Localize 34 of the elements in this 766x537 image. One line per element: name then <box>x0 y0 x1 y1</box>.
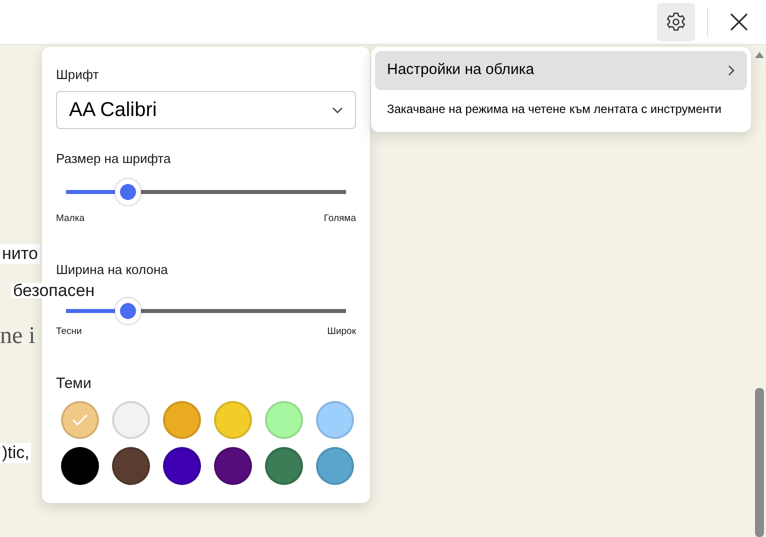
slider-label: Размер на шрифта <box>56 151 172 167</box>
menu-item[interactable]: Закачване на режима на четене към лентата с инструменти <box>375 90 747 128</box>
theme-swatch[interactable] <box>265 447 303 485</box>
slider-label: Ширина на колона <box>56 262 169 278</box>
settings-icon <box>665 11 687 33</box>
close-icon <box>730 13 748 31</box>
theme-swatch[interactable] <box>112 447 150 485</box>
chevron-down-icon <box>332 106 343 114</box>
max-label: Голяма <box>324 213 356 225</box>
text-fragment: ne i <box>0 322 36 351</box>
theme-swatch[interactable] <box>214 447 252 485</box>
min-label: Тесни <box>56 326 82 338</box>
theme-swatch[interactable] <box>61 447 99 485</box>
theme-swatch[interactable] <box>163 447 201 485</box>
themes-label: Теми <box>56 375 92 393</box>
text-fragment: нито <box>0 244 40 264</box>
scroll-up-icon[interactable] <box>755 52 764 58</box>
min-label: Малка <box>56 213 84 225</box>
theme-swatch[interactable] <box>112 401 150 439</box>
text-fragment: )tic, <box>0 443 32 463</box>
scrollbar-thumb[interactable] <box>755 388 764 537</box>
theme-swatch[interactable] <box>316 401 354 439</box>
checkmark-icon <box>72 414 88 426</box>
font-label: Шрифт <box>56 67 100 83</box>
theme-swatch[interactable] <box>214 401 252 439</box>
theme-swatch[interactable] <box>316 447 354 485</box>
theme-swatch[interactable] <box>163 401 201 439</box>
max-label: Широк <box>327 326 356 338</box>
settings-button[interactable] <box>657 3 695 41</box>
menu-item[interactable]: Настройки на облика <box>375 51 747 90</box>
chevron-right-icon <box>728 64 735 76</box>
theme-swatch[interactable] <box>265 401 303 439</box>
theme-swatch[interactable] <box>61 401 99 439</box>
font-dropdown[interactable]: AA Calibri <box>56 91 356 129</box>
